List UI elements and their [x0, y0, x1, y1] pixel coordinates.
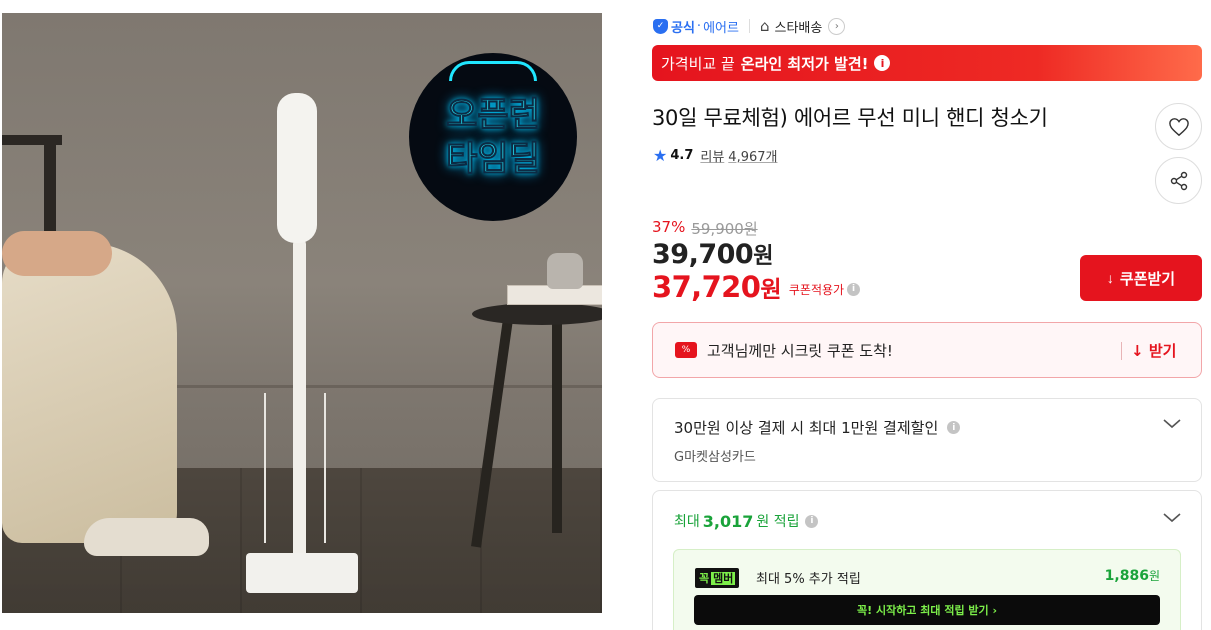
- badge-line-1: 오픈런: [446, 95, 541, 136]
- divider: [748, 19, 750, 33]
- member-badge-a: 꼭: [699, 572, 710, 585]
- download-icon: ↓: [1131, 342, 1144, 360]
- discount-rate: 37%: [652, 218, 686, 236]
- member-amount-unit: 원: [1148, 569, 1160, 583]
- discount-row: 37% 59,900원: [652, 218, 758, 239]
- member-benefit-text: 최대 5% 추가 적립: [756, 572, 861, 587]
- timedeal-badge: 오픈런 타임딜: [409, 53, 577, 221]
- coupon-amount: 37,720: [652, 270, 761, 304]
- review-count[interactable]: 4,967개: [728, 146, 777, 165]
- chevron-right-icon[interactable]: ›: [828, 17, 846, 35]
- table-leg: [552, 318, 562, 533]
- person-arm: [2, 231, 112, 276]
- get-coupon-button[interactable]: ↓ 쿠폰받기: [1080, 255, 1202, 301]
- info-icon[interactable]: i: [847, 282, 861, 296]
- points-title: 최대 3,017 원 적립 i: [674, 511, 819, 531]
- secret-coupon-text: 고객님께만 시크릿 쿠폰 도착!: [707, 341, 893, 360]
- vacuum-pipe: [293, 239, 306, 569]
- home-icon: ⌂: [759, 17, 770, 35]
- get-coupon-label: 쿠폰받기: [1119, 270, 1176, 288]
- download-icon: ↓: [1106, 270, 1114, 286]
- official-label: 공식: [671, 20, 695, 36]
- coupon-price-row: 37,720원 쿠폰적용가 i: [652, 270, 861, 304]
- alarm-clock-icon: [449, 61, 537, 81]
- card-discount-title-row: 30만원 이상 결제 시 최대 1만원 결제할인 i: [674, 417, 961, 438]
- share-icon: [1170, 171, 1187, 190]
- info-icon[interactable]: i: [947, 421, 961, 434]
- share-button[interactable]: [1155, 157, 1202, 204]
- points-panel[interactable]: 최대 3,017 원 적립 i 꼭 멤버 최대 5% 추가 적립 1,886원 꼭…: [652, 490, 1202, 630]
- sale-amount: 39,700: [652, 239, 754, 270]
- member-signup-button[interactable]: 꼭! 시작하고 최대 적립 받기 ›: [694, 595, 1160, 625]
- chevron-down-icon[interactable]: [1163, 511, 1181, 527]
- info-icon[interactable]: i: [805, 514, 819, 528]
- coupon-unit: 원: [760, 277, 781, 303]
- member-benefit-box: 꼭 멤버 최대 5% 추가 적립 1,886원 꼭! 시작하고 최대 적립 받기 …: [673, 549, 1181, 630]
- points-amount: 3,017: [702, 511, 754, 531]
- receive-label: 받기: [1148, 342, 1177, 360]
- member-badge-b: 멤버: [711, 572, 736, 585]
- metal-pot: [547, 253, 583, 289]
- coupon-note: 쿠폰적용가: [788, 282, 845, 297]
- person-legs: [2, 243, 177, 543]
- card-discount-panel[interactable]: 30만원 이상 결제 시 최대 1만원 결제할인 i G마켓삼성카드: [652, 398, 1202, 482]
- chevron-down-icon[interactable]: [1163, 417, 1181, 433]
- rating-row: ★ 4.7 리뷰 4,967개: [653, 146, 777, 165]
- wishlist-button[interactable]: [1155, 103, 1202, 150]
- badge-line-2: 타임딜: [446, 139, 541, 180]
- member-benefit-amount: 1,886원: [1105, 567, 1160, 584]
- member-amount-value: 1,886: [1104, 568, 1149, 584]
- star-icon: ★: [653, 146, 668, 165]
- sale-price: 39,700원: [652, 238, 773, 270]
- seller-row: ✓ 공식 · 에어르 ⌂ 스타배송 ›: [653, 15, 846, 37]
- side-table: [472, 303, 602, 325]
- coupon-ticket-icon: %: [675, 342, 697, 358]
- banner-highlight: 온라인 최저가 발견!: [740, 54, 869, 73]
- store-link[interactable]: 스타배송: [774, 17, 822, 36]
- original-price: 59,900원: [691, 220, 758, 238]
- card-discount-title: 30만원 이상 결제 시 최대 1만원 결제할인: [674, 419, 939, 437]
- points-prefix: 최대: [674, 514, 700, 530]
- info-icon[interactable]: i: [874, 55, 891, 71]
- seller-name[interactable]: 에어르: [703, 17, 739, 36]
- rating-score: 4.7: [670, 148, 694, 163]
- receive-coupon-button[interactable]: ↓ 받기: [1131, 340, 1176, 361]
- product-image[interactable]: 오픈런 타임딜: [2, 13, 602, 613]
- card-discount-subtitle: G마켓삼성카드: [674, 450, 756, 465]
- banner-text: 가격비교 끝: [661, 54, 735, 73]
- member-badge: 꼭 멤버: [695, 568, 740, 588]
- vacuum-base: [246, 553, 358, 593]
- points-suffix: 원 적립: [756, 514, 800, 530]
- heart-icon: [1168, 117, 1189, 136]
- divider: [1121, 342, 1122, 360]
- shield-icon: ✓: [653, 18, 668, 34]
- product-title: 30일 무료체험) 에어르 무선 미니 핸디 청소기: [652, 106, 1048, 130]
- lowest-price-banner[interactable]: 가격비교 끝 온라인 최저가 발견! i: [652, 45, 1202, 81]
- vacuum-body: [277, 93, 317, 243]
- review-label[interactable]: 리뷰: [700, 146, 724, 165]
- sale-unit: 원: [753, 244, 773, 269]
- slipper: [84, 518, 209, 556]
- seller-dot: ·: [696, 18, 702, 34]
- secret-coupon-box[interactable]: % 고객님께만 시크릿 쿠폰 도착! ↓ 받기: [652, 322, 1202, 378]
- coupon-price: 37,720원: [652, 270, 781, 304]
